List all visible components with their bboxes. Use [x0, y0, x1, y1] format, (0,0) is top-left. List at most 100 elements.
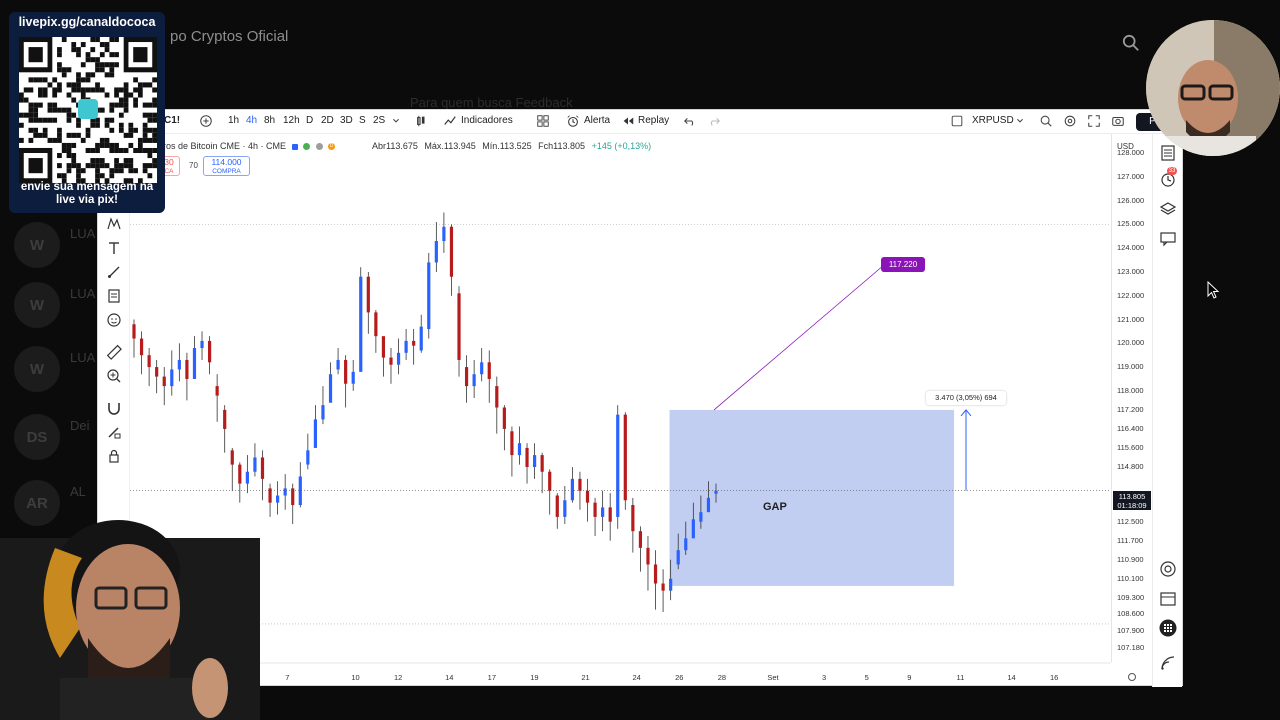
- qr-module: [61, 142, 67, 148]
- qr-module: [123, 92, 129, 98]
- qr-module: [19, 97, 24, 103]
- candle-body: [532, 455, 537, 467]
- qr-module: [128, 132, 134, 138]
- qr-module: [123, 82, 129, 88]
- qr-module: [114, 92, 119, 98]
- candle-body: [548, 471, 552, 491]
- livepix-message: envie sua mensagem na live via pix!: [9, 181, 165, 207]
- candle-body: [706, 497, 711, 513]
- candle-body: [691, 519, 695, 539]
- qr-module: [118, 112, 124, 118]
- qr-module: [118, 147, 124, 154]
- candle-body: [381, 336, 386, 358]
- qr-module: [85, 77, 91, 83]
- qr-module: [133, 127, 138, 133]
- qr-module: [66, 153, 72, 159]
- target-icon[interactable]: [1159, 560, 1177, 578]
- qr-module: [57, 67, 62, 73]
- price-tick-label: 111.700: [1117, 535, 1143, 545]
- qr-module: [95, 62, 100, 68]
- qr-module: [118, 163, 124, 169]
- candle-body: [132, 324, 136, 339]
- qr-module: [33, 102, 39, 108]
- qr-module: [66, 112, 72, 118]
- qr-module: [28, 112, 34, 118]
- price-tick-label: 120.000: [1117, 338, 1145, 348]
- chart-legend[interactable]: uros de Bitcoin CME · 4h · CME D: [158, 141, 336, 151]
- chat-title: po Cryptos Oficial: [170, 28, 289, 45]
- chat-icon[interactable]: [1159, 230, 1177, 248]
- qr-module: [114, 142, 119, 148]
- qr-module: [99, 158, 105, 164]
- qr-module: [137, 87, 143, 93]
- qr-finder: [28, 47, 43, 63]
- qr-module: [95, 147, 100, 154]
- time-tick-label: 12: [394, 673, 402, 682]
- search-icon[interactable]: [1122, 34, 1140, 52]
- chat-row-name: LUA: [70, 286, 96, 301]
- livepix-message-line1: envie sua mensagem na: [20, 181, 154, 193]
- candle-body: [676, 550, 680, 565]
- qr-module: [95, 82, 100, 88]
- high-value: Máx.113.945: [424, 141, 476, 151]
- calendar-icon[interactable]: [1159, 589, 1177, 607]
- reset-zoom-icon[interactable]: [1128, 673, 1136, 681]
- qr-module: [137, 92, 143, 98]
- candle-body: [321, 405, 325, 420]
- qr-module: [85, 57, 91, 63]
- qr-module: [71, 142, 77, 148]
- qr-module: [123, 132, 129, 138]
- candle-body: [593, 502, 597, 517]
- qr-module: [99, 142, 105, 148]
- qr-module: [95, 122, 100, 128]
- candle-body: [631, 505, 635, 532]
- qr-module: [33, 132, 39, 138]
- qr-module: [128, 122, 134, 128]
- qr-module: [99, 52, 105, 58]
- signal-icon[interactable]: [1159, 654, 1177, 672]
- price-tick-label: 126.000: [1117, 195, 1145, 205]
- candle-body: [570, 478, 574, 501]
- flag-icon: [291, 143, 298, 150]
- watchlist-icon[interactable]: [1159, 144, 1177, 162]
- qr-module: [114, 87, 119, 93]
- bar-countdown: 01:18:09: [1117, 501, 1147, 510]
- candle-body: [684, 538, 688, 551]
- qr-module: [66, 168, 72, 174]
- qr-module: [85, 147, 91, 154]
- candle-body: [585, 490, 590, 503]
- qr-module: [109, 168, 115, 174]
- qr-module: [23, 87, 29, 93]
- apps-grid-icon[interactable]: [1159, 619, 1177, 637]
- qr-module: [66, 163, 72, 169]
- layers-icon[interactable]: [1159, 200, 1177, 218]
- gap-label[interactable]: GAP: [763, 501, 787, 513]
- price-scale[interactable]: [1111, 134, 1154, 662]
- time-tick-label: 9: [907, 673, 911, 682]
- candle-body: [404, 340, 408, 353]
- status-dot-green: [303, 143, 311, 151]
- qr-module: [47, 137, 53, 143]
- qr-module: [118, 87, 124, 93]
- qr-module: [57, 137, 62, 143]
- qr-module: [42, 92, 48, 98]
- buy-button[interactable]: 114.000 COMPRA: [203, 156, 250, 176]
- time-tick-label: 14: [1007, 673, 1015, 682]
- qr-module: [142, 163, 148, 169]
- time-tick-label: 26: [675, 673, 683, 682]
- qr-module: [57, 132, 62, 138]
- qr-module: [61, 37, 67, 43]
- price-chart[interactable]: go57101214171921242628Set359111416: [98, 110, 1184, 687]
- candle-body: [177, 359, 181, 370]
- qr-module: [95, 173, 100, 179]
- qr-module: [42, 117, 48, 123]
- qr-module: [66, 92, 72, 98]
- qr-module: [80, 42, 86, 48]
- qr-module: [90, 163, 96, 169]
- measure-label[interactable]: 3.470 (3,05%) 694: [926, 391, 1006, 405]
- qr-module: [128, 163, 134, 169]
- target-price-label[interactable]: 117.220: [881, 257, 925, 272]
- qr-module: [152, 102, 157, 108]
- qr-module: [147, 102, 153, 108]
- qr-module: [66, 107, 72, 113]
